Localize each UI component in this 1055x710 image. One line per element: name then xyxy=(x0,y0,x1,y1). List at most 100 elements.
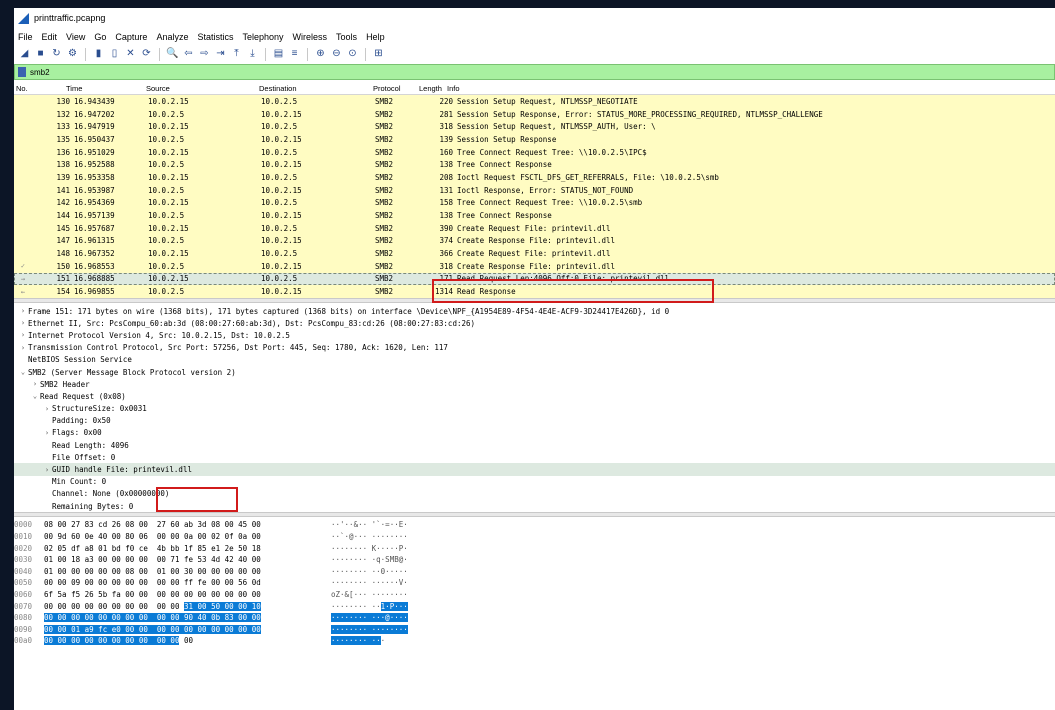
reload-icon[interactable]: ⟳ xyxy=(140,48,153,61)
detail-tree-item[interactable]: Read Length: 4096 xyxy=(14,439,1055,451)
packet-row[interactable]: 145 16.957687 10.0.2.15 10.0.2.5 SMB2 390 Crea… xyxy=(14,221,1055,235)
hex-ascii-selected[interactable]: ········ ·· xyxy=(331,636,381,646)
menu-telephony[interactable]: Telephony xyxy=(242,32,283,42)
first-packet-icon[interactable]: ⤒ xyxy=(230,48,243,61)
column-header-length[interactable]: Length xyxy=(419,84,447,93)
hex-ascii[interactable]: ········ ··· xyxy=(331,636,385,646)
hex-ascii[interactable]: ··`·@··· ········ xyxy=(331,532,408,541)
hex-row[interactable]: 0030 01 00 18 a3 00 00 00 00 00 71 fe 53 … xyxy=(14,554,1055,566)
normal-size-icon[interactable]: ⊙ xyxy=(346,48,359,61)
shark-fin-start-icon[interactable]: ◢ xyxy=(18,48,31,61)
display-filter-bar[interactable]: smb2 xyxy=(14,64,1055,80)
expand-arrow-icon[interactable]: ⌄ xyxy=(30,392,40,400)
packet-row[interactable]: 148 16.967352 10.0.2.15 10.0.2.5 SMB2 366 Crea… xyxy=(14,247,1055,260)
hex-bytes[interactable]: 00 00 01 a9 fc e0 00 00 00 00 00 00 00 0… xyxy=(44,624,331,634)
packet-row[interactable]: 135 16.950437 10.0.2.5 10.0.2.15 SMB2 139 Sess… xyxy=(14,133,1055,146)
hex-ascii[interactable]: ········ ··0····· xyxy=(331,567,408,576)
hex-row[interactable]: 0000 08 00 27 83 cd 26 08 00 27 60 ab 3d … xyxy=(14,519,1055,531)
packet-row[interactable]: ✓ 150 16.968553 10.0.2.5 10.0.2.15 SMB2 318 Cre… xyxy=(14,259,1055,273)
packet-row[interactable]: 144 16.957139 10.0.2.5 10.0.2.15 SMB2 138 Tree… xyxy=(14,209,1055,222)
detail-tree-item[interactable]: › SMB2 Header xyxy=(14,378,1055,390)
hex-row[interactable]: 00a0 00 00 00 00 00 00 00 00 00 00 00 ····… xyxy=(14,635,1055,647)
find-packet-icon[interactable]: 🔍 xyxy=(166,48,179,61)
menu-tools[interactable]: Tools xyxy=(336,32,357,42)
column-header-time[interactable]: Time xyxy=(66,84,146,93)
hex-row[interactable]: 0050 00 00 09 00 00 00 00 00 00 00 ff fe … xyxy=(14,577,1055,589)
menu-view[interactable]: View xyxy=(66,32,85,42)
collapse-arrow-icon[interactable]: › xyxy=(18,319,28,327)
go-to-packet-icon[interactable]: ⇥ xyxy=(214,48,227,61)
hex-bytes[interactable]: 00 00 00 00 00 00 00 00 00 00 31 00 50 0… xyxy=(44,601,331,611)
packet-row[interactable]: 136 16.951029 10.0.2.15 10.0.2.5 SMB2 160 Tree… xyxy=(14,145,1055,159)
resize-columns-icon[interactable]: ⊞ xyxy=(372,48,385,61)
capture-options-icon[interactable]: ⚙ xyxy=(66,48,79,61)
hex-row[interactable]: 0070 00 00 00 00 00 00 00 00 00 00 31 00 … xyxy=(14,600,1055,612)
collapse-arrow-icon[interactable]: › xyxy=(18,307,28,315)
column-header-no[interactable]: No. xyxy=(14,84,66,93)
detail-tree-item[interactable]: Min Count: 0 xyxy=(14,476,1055,488)
column-header-info[interactable]: Info xyxy=(447,84,1055,93)
hex-ascii[interactable]: ········ ······V· xyxy=(331,578,408,587)
menu-statistics[interactable]: Statistics xyxy=(197,32,233,42)
hex-ascii[interactable]: ········ ·q·SMB@· xyxy=(331,555,408,564)
collapse-arrow-icon[interactable]: › xyxy=(42,405,52,413)
detail-tree-item[interactable]: › Flags: 0x00 xyxy=(14,427,1055,439)
collapse-arrow-icon[interactable]: › xyxy=(18,331,28,339)
detail-tree-item[interactable]: › Internet Protocol Version 4, Src: 10.0.… xyxy=(14,329,1055,341)
collapse-arrow-icon[interactable]: › xyxy=(18,344,28,352)
detail-tree-item[interactable]: › StructureSize: 0x0031 xyxy=(14,403,1055,415)
detail-tree-item[interactable]: › Frame 151: 171 bytes on wire (1368 bits… xyxy=(14,305,1055,317)
menu-edit[interactable]: Edit xyxy=(42,32,58,42)
packet-row[interactable]: 132 16.947202 10.0.2.5 10.0.2.15 SMB2 281 Sess… xyxy=(14,107,1055,121)
hex-ascii[interactable]: ········ ········ xyxy=(331,624,408,634)
last-packet-icon[interactable]: ⤓ xyxy=(246,48,259,61)
zoom-out-icon[interactable]: ⊖ xyxy=(330,48,343,61)
hex-ascii[interactable]: ········ ···@···· xyxy=(331,613,408,623)
autoscroll-icon[interactable]: ▤ xyxy=(272,48,285,61)
detail-tree-item[interactable]: NetBIOS Session Service xyxy=(14,354,1055,366)
packet-row[interactable]: 138 16.952588 10.0.2.5 10.0.2.15 SMB2 138 Tree… xyxy=(14,158,1055,172)
save-file-icon[interactable]: ▯ xyxy=(108,48,121,61)
collapse-arrow-icon[interactable]: › xyxy=(42,466,52,474)
column-header-protocol[interactable]: Protocol xyxy=(373,84,419,93)
go-forward-icon[interactable]: ⇨ xyxy=(198,48,211,61)
menu-capture[interactable]: Capture xyxy=(115,32,147,42)
hex-row[interactable]: 0090 00 00 01 a9 fc e0 00 00 00 00 00 00 … xyxy=(14,624,1055,636)
hex-ascii-selected[interactable]: ········ ···@···· xyxy=(331,613,408,623)
column-header-source[interactable]: Source xyxy=(146,84,259,93)
open-file-icon[interactable]: ▮ xyxy=(92,48,105,61)
detail-tree-item[interactable]: › Transmission Control Protocol, Src Port… xyxy=(14,342,1055,354)
hex-ascii[interactable]: ········ ··1·P··· xyxy=(331,601,408,611)
menu-analyze[interactable]: Analyze xyxy=(156,32,188,42)
collapse-arrow-icon[interactable]: › xyxy=(42,429,52,437)
hex-row[interactable]: 0080 00 00 00 00 00 00 00 00 00 00 90 40 … xyxy=(14,612,1055,624)
expand-arrow-icon[interactable]: ⌄ xyxy=(18,368,28,376)
hex-row[interactable]: 0060 6f 5a f5 26 5b fa 00 00 00 00 00 00 … xyxy=(14,589,1055,601)
hex-bytes[interactable]: 01 00 00 00 00 00 08 00 01 00 30 00 00 0… xyxy=(44,567,331,576)
hex-bytes[interactable]: 00 9d 60 0e 40 00 80 06 00 00 0a 00 02 0… xyxy=(44,532,331,541)
bookmark-icon[interactable] xyxy=(18,67,26,77)
menu-help[interactable]: Help xyxy=(366,32,385,42)
hex-ascii[interactable]: oZ·&[··· ········ xyxy=(331,590,408,599)
hex-bytes-selected[interactable]: 00 00 00 00 00 00 00 00 00 00 90 40 0b 8… xyxy=(44,613,261,623)
hex-bytes[interactable]: 00 00 00 00 00 00 00 00 00 00 90 40 0b 8… xyxy=(44,613,331,623)
detail-tree-item[interactable]: ⌄ SMB2 (Server Message Block Protocol ver… xyxy=(14,366,1055,378)
hex-bytes[interactable]: 00 00 09 00 00 00 00 00 00 00 ff fe 00 0… xyxy=(44,578,331,587)
hex-bytes[interactable]: 00 00 00 00 00 00 00 00 00 00 00 xyxy=(44,636,331,646)
close-file-icon[interactable]: ✕ xyxy=(124,48,137,61)
detail-tree-item[interactable]: ⌄ Read Request (0x08) xyxy=(14,390,1055,402)
collapse-arrow-icon[interactable]: › xyxy=(30,380,40,388)
hex-bytes-selected[interactable]: 31 00 50 00 00 10 xyxy=(183,601,261,611)
packet-row[interactable]: 141 16.953987 10.0.2.5 10.0.2.15 SMB2 131 Ioct… xyxy=(14,183,1055,197)
menu-go[interactable]: Go xyxy=(94,32,106,42)
menu-wireless[interactable]: Wireless xyxy=(293,32,328,42)
detail-tree-item[interactable]: File Offset: 0 xyxy=(14,451,1055,463)
hex-bytes[interactable]: 02 05 df a8 01 bd f0 ce 4b bb 1f 85 e1 2… xyxy=(44,544,331,553)
hex-ascii-selected[interactable]: ········ ········ xyxy=(331,624,408,634)
detail-tree-item[interactable]: › GUID handle File: printevil.dll xyxy=(14,463,1055,476)
hex-bytes-selected[interactable]: 00 00 00 00 00 00 00 00 00 00 xyxy=(44,636,180,646)
hex-bytes-selected[interactable]: 00 00 01 a9 fc e0 00 00 00 00 00 00 00 0… xyxy=(44,624,261,634)
hex-ascii-selected[interactable]: 1·P··· xyxy=(380,601,408,611)
go-back-icon[interactable]: ⇦ xyxy=(182,48,195,61)
hex-bytes[interactable]: 6f 5a f5 26 5b fa 00 00 00 00 00 00 00 0… xyxy=(44,590,331,599)
